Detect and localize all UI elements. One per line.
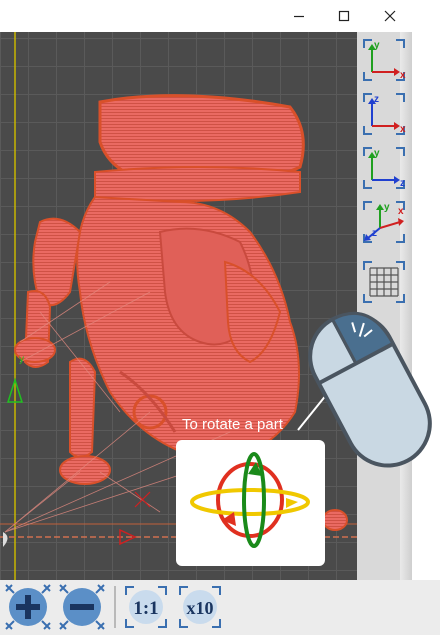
hint-label: To rotate a part xyxy=(182,416,283,433)
axis-xz-icon: z x xyxy=(363,93,406,135)
svg-text:y: y xyxy=(374,148,380,159)
minimize-icon xyxy=(294,15,304,18)
close-icon xyxy=(384,10,396,22)
svg-text:x: x xyxy=(400,70,406,81)
maximize-icon xyxy=(338,10,350,22)
bottom-toolbar: 1:1 x10 xyxy=(0,580,440,635)
scale-1-1-icon: 1:1 xyxy=(125,586,167,628)
zoom-out-button[interactable] xyxy=(58,583,106,631)
svg-text:y: y xyxy=(374,40,380,51)
grid-toggle-button[interactable] xyxy=(360,258,408,306)
svg-text:z: z xyxy=(400,178,405,189)
svg-text:z: z xyxy=(372,228,377,239)
svg-text:x: x xyxy=(400,124,406,135)
svg-text:y: y xyxy=(384,202,390,213)
scale-1-1-button[interactable]: 1:1 xyxy=(122,583,170,631)
zoom-in-button[interactable] xyxy=(4,583,52,631)
title-bar xyxy=(0,0,440,32)
svg-text:z: z xyxy=(374,94,379,105)
view-side-yz-button[interactable]: y z xyxy=(360,144,408,192)
view-top-xz-button[interactable]: z x xyxy=(360,90,408,138)
close-button[interactable] xyxy=(367,0,413,32)
maximize-button[interactable] xyxy=(321,0,367,32)
axis-xyz-icon: y x z xyxy=(363,201,405,243)
svg-text:x: x xyxy=(398,206,404,217)
mouse-illustration xyxy=(308,311,432,468)
minus-icon xyxy=(59,584,105,630)
scale-x10-button[interactable]: x10 xyxy=(176,583,224,631)
axis-yz-icon: y z xyxy=(363,147,405,189)
view-iso-xyz-button[interactable]: y x z xyxy=(360,198,408,246)
scale-x10-label: x10 xyxy=(187,598,214,618)
scale-x10-icon: x10 xyxy=(179,586,221,628)
minimize-button[interactable] xyxy=(276,0,322,32)
svg-text:y: y xyxy=(19,354,24,365)
toolbar-separator xyxy=(114,586,116,628)
view-front-xy-button[interactable]: y x xyxy=(360,36,408,84)
plus-icon xyxy=(5,584,51,630)
scale-1-1-label: 1:1 xyxy=(133,598,158,619)
grid-icon xyxy=(363,261,405,303)
axis-xy-icon: y x xyxy=(363,39,406,81)
